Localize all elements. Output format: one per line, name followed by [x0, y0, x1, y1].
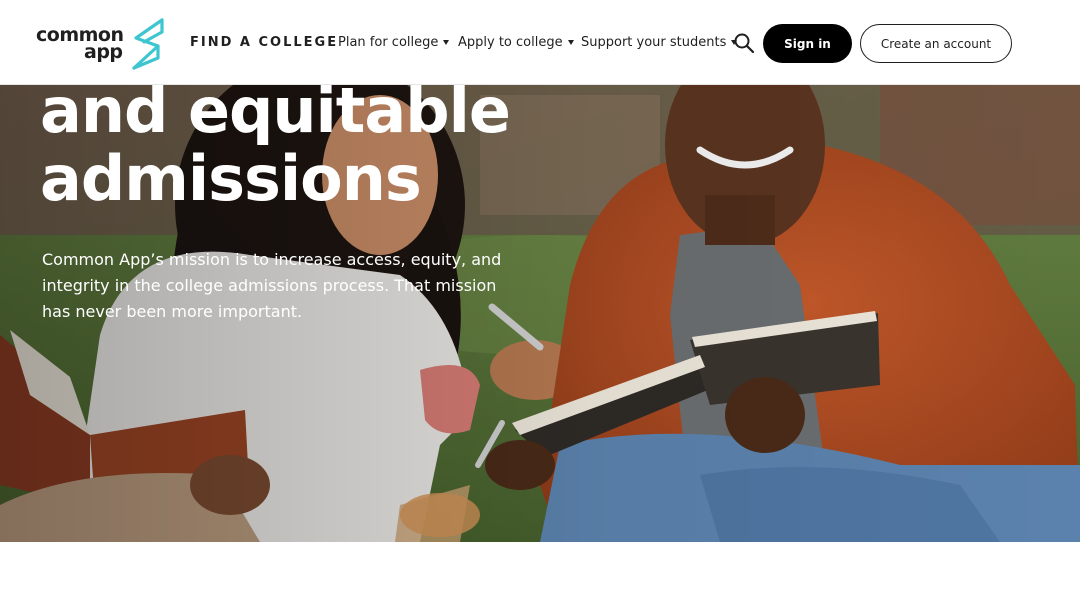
nav-apply-to-college[interactable]: Apply to college [458, 35, 574, 50]
common-app-logo[interactable]: common app [36, 18, 168, 70]
create-account-button[interactable]: Create an account [860, 24, 1012, 63]
nav-support-label: Support your students [581, 35, 727, 50]
hero-section: and equitable admissions Common App’s mi… [0, 85, 1080, 542]
nav-apply-label: Apply to college [458, 35, 563, 50]
sign-in-button[interactable]: Sign in [763, 24, 852, 63]
search-icon[interactable] [733, 32, 755, 54]
nav-find-a-college[interactable]: FIND A COLLEGE [190, 35, 338, 50]
caret-down-icon [443, 40, 450, 45]
nav-support-your-students[interactable]: Support your students [581, 35, 738, 50]
hero-mission-text: Common App’s mission is to increase acce… [42, 250, 502, 321]
page-body-blank [0, 542, 1080, 602]
nav-plan-label: Plan for college [338, 35, 439, 50]
caret-down-icon [567, 40, 574, 45]
site-header: common app FIND A COLLEGE Plan for colle… [0, 0, 1080, 85]
hero-title: and equitable admissions [40, 85, 511, 215]
nav-plan-for-college[interactable]: Plan for college [338, 35, 450, 50]
logo-word-app: app [84, 41, 123, 63]
logo-mark-icon [132, 18, 164, 70]
